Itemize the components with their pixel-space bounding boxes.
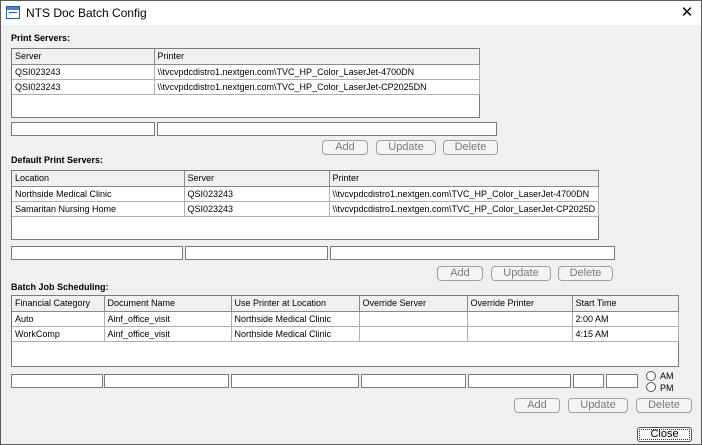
window-title: NTS Doc Batch Config (26, 6, 147, 20)
cell-document-name: Ainf_office_visit (104, 326, 232, 342)
cell-server: QSI023243 (12, 79, 155, 95)
default-print-servers-delete-button[interactable]: Delete (558, 266, 613, 281)
app-window-icon (6, 6, 20, 19)
cell-location: Northside Medical Clinic (12, 186, 185, 202)
batch-job-update-button[interactable]: Update (568, 398, 628, 413)
start-minute-input[interactable] (606, 374, 638, 388)
column-header-printer[interactable]: Printer (154, 49, 480, 65)
override-server-input[interactable] (361, 374, 466, 388)
print-servers-header-row: Server Printer (12, 49, 480, 65)
column-header-use-printer-at-location[interactable]: Use Printer at Location (231, 296, 360, 312)
print-servers-grid[interactable]: Server Printer QSI023243 \\tvcvpdcdistro… (11, 48, 480, 118)
cell-financial-category: Auto (12, 311, 105, 327)
table-row[interactable]: QSI023243 \\tvcvpdcdistro1.nextgen.com\T… (12, 64, 480, 80)
cell-server: QSI023243 (12, 64, 155, 80)
print-servers-delete-button[interactable]: Delete (443, 140, 498, 155)
pm-label: PM (660, 383, 674, 393)
batch-job-header-row: Financial Category Document Name Use Pri… (12, 296, 679, 312)
table-row[interactable]: Northside Medical Clinic QSI023243 \\tvc… (12, 186, 599, 202)
nts-doc-batch-config-window: NTS Doc Batch Config ✕ Print Servers: Se… (0, 0, 702, 445)
financial-category-input[interactable] (11, 374, 103, 388)
cell-start-time: 2:00 AM (572, 311, 679, 327)
column-header-server[interactable]: Server (12, 49, 155, 65)
cell-document-name: Ainf_office_visit (104, 311, 232, 327)
default-print-servers-update-button[interactable]: Update (491, 266, 551, 281)
column-header-start-time[interactable]: Start Time (572, 296, 679, 312)
server-input[interactable] (11, 122, 155, 136)
default-print-servers-label: Default Print Servers: (11, 155, 104, 165)
table-row[interactable]: Samaritan Nursing Home QSI023243 \\tvcvp… (12, 201, 599, 217)
cell-server: QSI023243 (184, 186, 330, 202)
cell-printer: \\tvcvpdcdistro1.nextgen.com\TVC_HP_Colo… (154, 64, 480, 80)
default-printer-input[interactable] (330, 246, 615, 260)
title-bar: NTS Doc Batch Config ✕ (1, 1, 701, 25)
default-server-input[interactable] (185, 246, 328, 260)
pm-radio[interactable] (646, 382, 656, 392)
column-header-location[interactable]: Location (12, 171, 185, 187)
printer-input[interactable] (157, 122, 497, 136)
am-label: AM (660, 371, 674, 381)
start-hour-input[interactable] (573, 374, 604, 388)
column-header-override-printer[interactable]: Override Printer (467, 296, 573, 312)
default-print-servers-add-button[interactable]: Add (437, 266, 483, 281)
use-printer-at-location-input[interactable] (231, 374, 359, 388)
print-servers-label: Print Servers: (11, 33, 71, 43)
column-header-printer[interactable]: Printer (329, 171, 599, 187)
cell-start-time: 4:15 AM (572, 326, 679, 342)
cell-use-printer-at-location: Northside Medical Clinic (231, 326, 360, 342)
column-header-server[interactable]: Server (184, 171, 330, 187)
batch-job-delete-button[interactable]: Delete (636, 398, 692, 413)
table-row[interactable]: QSI023243 \\tvcvpdcdistro1.nextgen.com\T… (12, 79, 480, 95)
location-input[interactable] (11, 246, 183, 260)
column-header-override-server[interactable]: Override Server (359, 296, 468, 312)
am-radio[interactable] (646, 371, 656, 381)
table-row[interactable]: WorkComp Ainf_office_visit Northside Med… (12, 326, 679, 342)
close-window-icon[interactable]: ✕ (677, 4, 697, 22)
cell-override-printer (467, 326, 573, 342)
print-servers-add-button[interactable]: Add (322, 140, 368, 155)
cell-override-printer (467, 311, 573, 327)
cell-override-server (359, 311, 468, 327)
default-print-servers-header-row: Location Server Printer (12, 171, 599, 187)
cell-override-server (359, 326, 468, 342)
cell-use-printer-at-location: Northside Medical Clinic (231, 311, 360, 327)
cell-server: QSI023243 (184, 201, 330, 217)
cell-financial-category: WorkComp (12, 326, 105, 342)
cell-location: Samaritan Nursing Home (12, 201, 185, 217)
cell-printer: \\tvcvpdcdistro1.nextgen.com\TVC_HP_Colo… (329, 186, 599, 202)
batch-job-scheduling-grid[interactable]: Financial Category Document Name Use Pri… (11, 295, 679, 367)
print-servers-update-button[interactable]: Update (376, 140, 436, 155)
batch-job-scheduling-label: Batch Job Scheduling: (11, 282, 109, 292)
cell-printer: \\tvcvpdcdistro1.nextgen.com\TVC_HP_Colo… (329, 201, 599, 217)
cell-printer: \\tvcvpdcdistro1.nextgen.com\TVC_HP_Colo… (154, 79, 480, 95)
override-printer-input[interactable] (468, 374, 571, 388)
table-row[interactable]: Auto Ainf_office_visit Northside Medical… (12, 311, 679, 327)
column-header-financial-category[interactable]: Financial Category (12, 296, 105, 312)
column-header-document-name[interactable]: Document Name (104, 296, 232, 312)
batch-job-add-button[interactable]: Add (514, 398, 560, 413)
close-button[interactable]: Close (637, 427, 692, 442)
default-print-servers-grid[interactable]: Location Server Printer Northside Medica… (11, 170, 599, 240)
document-name-input[interactable] (104, 374, 229, 388)
